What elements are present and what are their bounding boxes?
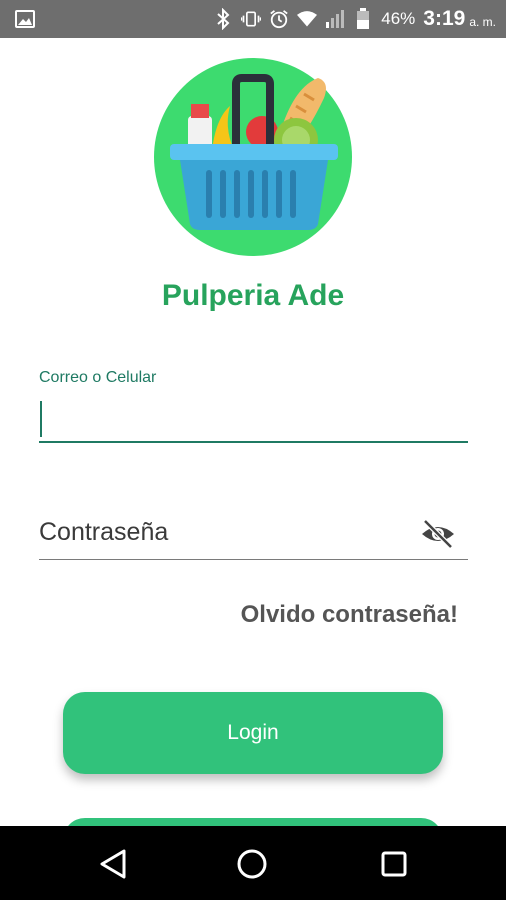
back-icon[interactable] <box>98 848 128 880</box>
wifi-icon <box>297 8 318 30</box>
clock-time: 3:19 <box>423 7 466 30</box>
battery-percent: 46% <box>381 9 416 28</box>
image-icon <box>14 8 36 30</box>
login-button[interactable]: Login <box>63 692 443 774</box>
grocery-basket-icon <box>154 58 352 256</box>
recent-apps-icon[interactable] <box>380 850 408 878</box>
password-field[interactable]: Contraseña <box>39 508 468 560</box>
battery-icon <box>353 8 373 30</box>
text-cursor <box>40 401 42 437</box>
eye-off-icon[interactable] <box>420 518 456 550</box>
forgot-password-link[interactable]: Olvido contraseña! <box>241 601 458 629</box>
app-title: Pulperia Ade <box>161 279 345 312</box>
email-label: Correo o Celular <box>39 369 157 386</box>
email-input[interactable] <box>45 395 449 441</box>
signal-icon <box>325 8 345 30</box>
clock-ampm: a. m. <box>469 15 496 29</box>
home-icon[interactable] <box>236 848 268 880</box>
status-bar: 46% 3:19 a. m. <box>0 0 506 38</box>
navigation-bar <box>0 826 506 900</box>
bluetooth-icon <box>213 8 233 30</box>
alarm-icon <box>269 8 289 30</box>
password-placeholder: Contraseña <box>39 518 169 546</box>
email-field[interactable] <box>39 395 468 443</box>
vibrate-icon <box>241 8 262 30</box>
